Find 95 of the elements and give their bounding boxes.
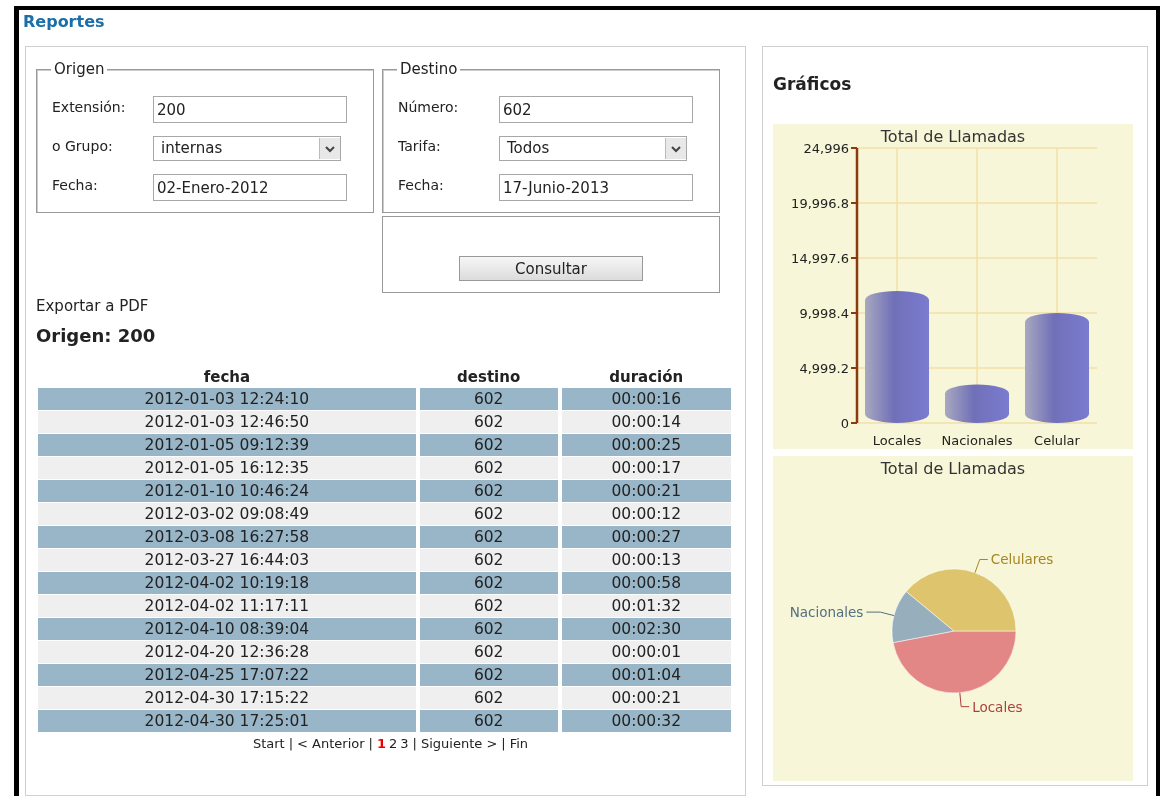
dropdown-field[interactable]: Todos <box>499 136 687 161</box>
table-cell: 602 <box>419 503 558 525</box>
charts-heading: Gráficos <box>773 73 853 96</box>
table-cell: 00:00:58 <box>561 572 731 594</box>
end-link[interactable]: Fin <box>509 736 529 751</box>
table-cell: 602 <box>419 664 558 686</box>
table-cell: 2012-04-20 12:36:28 <box>38 641 416 663</box>
table-cell: 602 <box>419 595 558 617</box>
column-header: fecha <box>202 366 252 387</box>
table-cell: 00:02:30 <box>561 618 731 640</box>
page-link[interactable]: 2 <box>389 736 398 751</box>
input-field[interactable]: 17-Junio-2013 <box>499 174 693 201</box>
field-label: Fecha: <box>52 176 99 193</box>
table-cell: 602 <box>419 411 558 433</box>
field-label: o Grupo: <box>52 137 114 154</box>
page-title: Reportes <box>22 11 106 33</box>
table-cell: 2012-01-03 12:24:10 <box>38 388 416 410</box>
leader-line <box>974 559 989 574</box>
export-link[interactable]: Exportar a PDF <box>36 297 149 323</box>
previous-link[interactable]: < Anterior <box>297 736 365 751</box>
table-cell: 00:00:12 <box>561 503 731 525</box>
table-cell: 00:00:25 <box>561 434 731 456</box>
page-link[interactable]: 3 <box>400 736 409 751</box>
separator: | <box>501 736 506 751</box>
table-cell: 2012-01-03 12:46:50 <box>38 411 416 433</box>
table-cell: 2012-04-25 17:07:22 <box>38 664 416 686</box>
table-cell: 602 <box>419 388 558 410</box>
table-cell: 2012-01-05 16:12:35 <box>38 457 416 479</box>
table-cell: 602 <box>419 687 558 709</box>
table-cell: 2012-04-02 10:19:18 <box>38 572 416 594</box>
axis-tick-label: 0 <box>840 416 849 431</box>
axis-tick-label: 19,996.8 <box>791 196 849 211</box>
input-field[interactable]: 602 <box>499 96 693 123</box>
chart-title: Total de Llamadas <box>880 459 1026 478</box>
table-cell: 602 <box>419 457 558 479</box>
table-cell: 00:00:16 <box>561 388 731 410</box>
axis-category-label: Celular <box>1034 433 1080 448</box>
table-cell: 00:00:01 <box>561 641 731 663</box>
dropdown-field[interactable]: internas <box>153 136 341 161</box>
field-label: Extensión: <box>52 98 127 115</box>
table-cell: 00:01:04 <box>561 664 731 686</box>
next-link[interactable]: Siguiente > <box>420 736 498 751</box>
axis-tick-label: 14,997.6 <box>791 251 849 266</box>
slice-label: Celulares <box>990 551 1054 568</box>
result-heading: Origen: 200 <box>36 324 156 348</box>
table-cell: 2012-03-08 16:27:58 <box>38 526 416 548</box>
table-cell: 00:00:17 <box>561 457 731 479</box>
table-cell: 602 <box>419 641 558 663</box>
table-cell: 00:00:14 <box>561 411 731 433</box>
page-link[interactable]: 1 <box>376 736 386 751</box>
fieldset-legend: Origen <box>51 60 108 78</box>
table-cell: 2012-04-10 08:39:04 <box>38 618 416 640</box>
separator: | <box>368 736 373 751</box>
start-link[interactable]: Start <box>252 736 285 751</box>
chart-title: Total de Llamadas <box>880 127 1026 146</box>
table-cell: 2012-04-30 17:25:01 <box>38 710 416 732</box>
leader-line <box>959 692 970 708</box>
axis-category-label: Locales <box>872 433 922 448</box>
table-cell: 602 <box>419 618 558 640</box>
input-field[interactable]: 200 <box>153 96 347 123</box>
table-cell: 00:00:27 <box>561 526 731 548</box>
axis-tick-label: 4,999.2 <box>799 361 849 376</box>
table-cell: 00:00:32 <box>561 710 731 732</box>
slice-label: Locales <box>972 698 1023 715</box>
field-label: Número: <box>398 98 460 115</box>
axis-tick-label: 9,998.4 <box>799 306 849 321</box>
table-cell: 2012-03-27 16:44:03 <box>38 549 416 571</box>
table-cell: 602 <box>419 526 558 548</box>
bar <box>945 384 1009 423</box>
separator: | <box>412 736 417 751</box>
table-cell: 602 <box>419 434 558 456</box>
table-cell: 602 <box>419 480 558 502</box>
table-cell: 2012-04-30 17:15:22 <box>38 687 416 709</box>
leader-line <box>865 611 895 617</box>
field-label: Fecha: <box>398 176 445 193</box>
slice-label: Nacionales <box>789 604 864 621</box>
table-cell: 00:00:21 <box>561 480 731 502</box>
axis-tick-label: 24,996 <box>803 141 849 156</box>
axis-category-label: Nacionales <box>941 433 1013 448</box>
separator: | <box>288 736 294 751</box>
table-cell: 00:00:21 <box>561 687 731 709</box>
column-header: duración <box>608 366 685 387</box>
table-cell: 2012-01-10 10:46:24 <box>38 480 416 502</box>
table-cell: 2012-03-02 09:08:49 <box>38 503 416 525</box>
table-cell: 2012-01-05 09:12:39 <box>38 434 416 456</box>
table-cell: 00:00:13 <box>561 549 731 571</box>
column-header: destino <box>456 366 522 387</box>
table-cell: 602 <box>419 710 558 732</box>
table-cell: 602 <box>419 549 558 571</box>
field-label: Tarifa: <box>398 137 442 154</box>
table-cell: 2012-04-02 11:17:11 <box>38 595 416 617</box>
input-field[interactable]: 02-Enero-2012 <box>153 174 347 201</box>
consultar-button[interactable]: Consultar <box>459 256 643 281</box>
table-cell: 602 <box>419 572 558 594</box>
table-cell: 00:01:32 <box>561 595 731 617</box>
